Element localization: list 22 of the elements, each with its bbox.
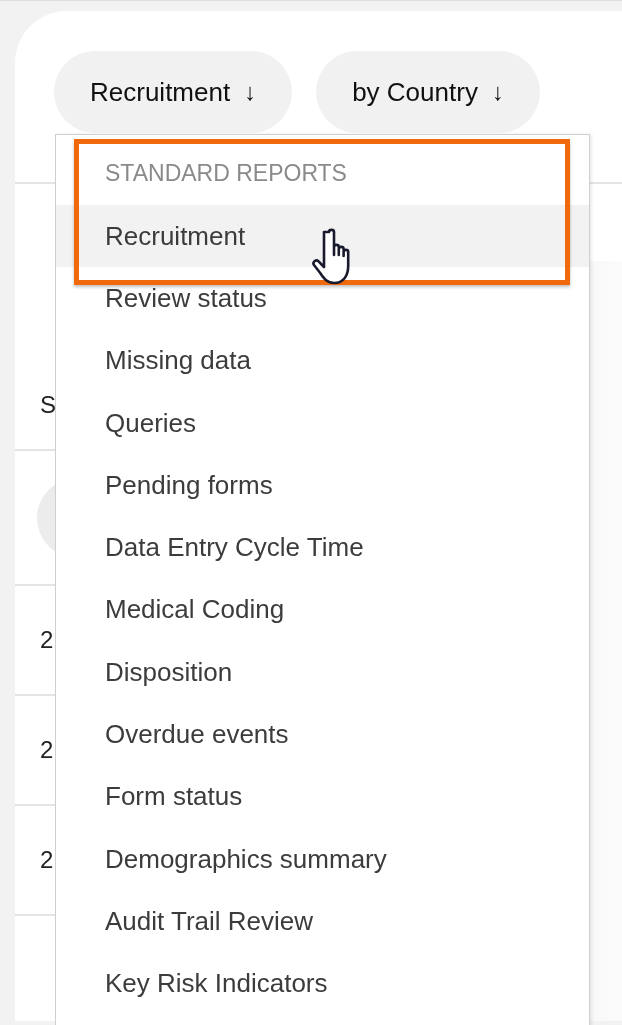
table-cell: 2 [40,736,54,764]
menu-item[interactable]: Disposition [56,641,589,704]
table-cell: 2 [40,626,54,654]
menu-item[interactable]: Review status [56,267,589,330]
menu-item[interactable]: Key Risk Indicators [56,952,589,1015]
column-header: S [40,391,56,419]
section-heading: STANDARD REPORTS [104,159,347,180]
menu-item[interactable]: Form status [56,765,589,828]
menu-item[interactable]: Demographics summary [56,827,589,891]
menu-item[interactable]: Audit Trail Review [56,890,589,953]
menu-item[interactable]: Medical Coding [56,578,589,642]
table-cell: 2 [40,846,54,874]
dropdown-button[interactable]: Recruitment ↓ [54,51,293,133]
down-arrow-icon: ↓ [244,78,257,106]
menu-item[interactable]: Recruitment [56,205,589,268]
menu-item[interactable]: Overdue events [56,703,589,766]
menu-item[interactable]: Missing data [56,329,589,392]
menu-item[interactable]: Pending forms [56,454,589,517]
menu-item[interactable]: Data Entry Cycle Time [56,516,589,579]
down-arrow-icon: ↓ [491,78,504,106]
dropdown-button[interactable]: by Country ↓ [316,51,540,133]
menu-item[interactable]: Queries [56,391,589,455]
